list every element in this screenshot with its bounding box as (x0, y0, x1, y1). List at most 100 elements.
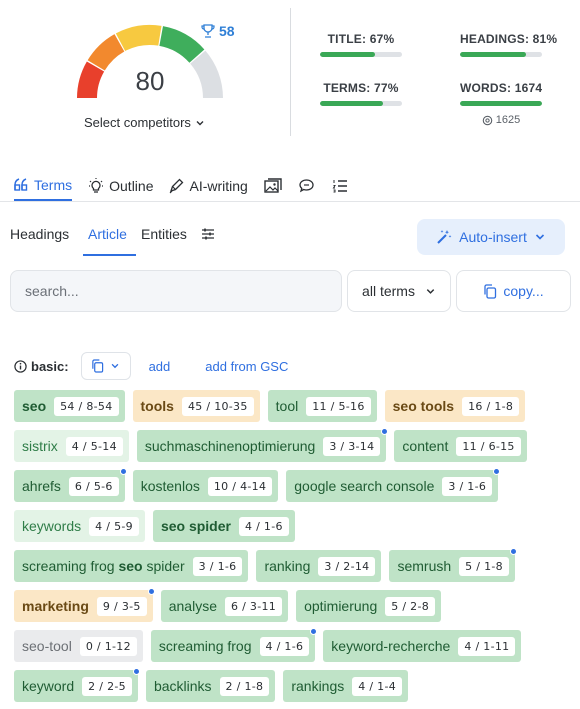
term-chip[interactable]: tool 11 / 5-16 (267, 390, 377, 422)
terms-filter-select[interactable]: all terms (347, 270, 451, 312)
term-chip[interactable]: ahrefs 6 / 5-6 (14, 468, 127, 502)
term-chip[interactable]: suchmaschinenoptimierung 3 / 3-14 (136, 428, 389, 462)
term-range: 2-14 (343, 559, 370, 573)
term-count-badge: 4 / 5-9 (89, 516, 139, 536)
term-chip[interactable]: kostenlos 10 / 4-14 (132, 470, 279, 502)
term-count-badge: 3 / 1-6 (442, 476, 493, 496)
competitor-score-value: 58 (219, 23, 235, 39)
metric-words-target-value: 1625 (495, 114, 521, 126)
term-chip[interactable]: ranking 3 / 2-14 (256, 550, 382, 582)
term-chip[interactable]: seo 54 / 8-54 (14, 390, 125, 422)
auto-insert-button[interactable]: Auto-insert (417, 219, 565, 255)
term-count: 16 (468, 399, 483, 413)
term-chip[interactable]: keywords 4 / 5-9 (14, 510, 145, 542)
tab-images[interactable] (264, 160, 282, 201)
metric-words-bar (460, 101, 542, 106)
pen-icon (170, 178, 184, 193)
term-label: screaming frog seo spider (22, 558, 185, 574)
chevron-down-icon (196, 120, 204, 125)
term-range: 1-8 (494, 399, 514, 413)
term-chip[interactable]: keyword 2 / 2-5 (14, 668, 140, 702)
term-range: 5-14 (90, 439, 117, 453)
term-chip[interactable]: seo tools 16 / 1-8 (384, 390, 526, 422)
term-chip[interactable]: analyse 6 / 3-11 (160, 590, 289, 622)
metric-terms: TERMS: 77% (320, 81, 402, 106)
term-count: 5 (391, 599, 399, 613)
term-word: screaming (22, 558, 91, 574)
copy-button[interactable]: copy... (456, 270, 571, 312)
search-input[interactable] (25, 283, 327, 299)
term-count-badge: 5 / 1-8 (459, 556, 509, 576)
term-chip[interactable]: keyword-recherche 4 / 1-11 (323, 630, 522, 662)
term-range: 1-6 (284, 639, 304, 653)
term-chip[interactable]: screaming frog 4 / 1-6 (150, 628, 318, 662)
new-indicator-dot (310, 628, 318, 635)
term-range: 6-15 (488, 439, 515, 453)
tab-outline[interactable]: Outline (88, 160, 153, 201)
tab-entities[interactable]: Entities (141, 214, 187, 256)
term-range: 3-14 (348, 439, 375, 453)
tab-article[interactable]: Article (83, 214, 136, 256)
select-competitors-label: Select competitors (84, 115, 191, 130)
term-separator: / (455, 479, 468, 493)
term-count: 4 (358, 679, 366, 693)
term-word: seo (118, 558, 147, 574)
chat-icon (299, 178, 314, 192)
term-range: 5-9 (114, 519, 133, 533)
add-from-gsc-link[interactable]: add from GSC (205, 359, 288, 374)
basic-copy-dropdown[interactable] (80, 352, 131, 380)
term-chip[interactable]: tools 45 / 10-35 (132, 390, 260, 422)
tab-chat[interactable] (298, 160, 316, 201)
term-row: seo 54 / 8-54 tools 45 / 10-35 tool 11 / 5-16… (14, 390, 574, 422)
term-range: 2-5 (107, 679, 126, 693)
term-chip[interactable]: semrush 5 / 1-8 (389, 548, 517, 582)
term-chip[interactable]: optimierung 5 / 2-8 (296, 590, 442, 622)
term-chip[interactable]: content 11 / 6-15 (394, 430, 527, 462)
term-count: 11 (312, 399, 327, 413)
term-separator: / (238, 599, 250, 613)
tab-list[interactable] (332, 160, 348, 201)
term-row: keyword 2 / 2-5 backlinks 2 / 1-8 rankings 4 … (14, 668, 574, 702)
term-label: seo-tool (22, 638, 72, 654)
metric-headings-fill (460, 52, 527, 57)
term-chip[interactable]: google search console 3 / 1-6 (286, 468, 501, 502)
term-chip[interactable]: seo-tool 0 / 1-12 (14, 630, 143, 662)
tab-ai-writing[interactable]: AI-writing (168, 160, 248, 201)
term-label: screaming frog (158, 638, 252, 654)
term-count-badge: 3 / 2-14 (318, 556, 376, 576)
add-term-link[interactable]: add (149, 359, 171, 374)
metric-headings-label: HEADINGS: 81% (460, 32, 558, 46)
term-count-badge: 4 / 1-6 (238, 516, 289, 536)
term-label: suchmaschinenoptimierung (144, 438, 316, 454)
term-count-badge: 5 / 2-8 (385, 596, 436, 616)
term-word: spider (146, 558, 185, 574)
term-separator: / (272, 639, 285, 653)
term-chip[interactable]: marketing 9 / 3-5 (14, 588, 155, 622)
chevron-down-icon (111, 363, 119, 369)
new-indicator-dot (509, 548, 517, 555)
basic-group-header: basic: add add from GSC (14, 352, 288, 380)
term-range: 3-5 (121, 599, 141, 613)
term-count-badge: 4 / 5-14 (65, 436, 123, 456)
term-label: tools (140, 398, 174, 414)
select-competitors-button[interactable]: Select competitors (84, 115, 205, 130)
metric-terms-fill (320, 101, 384, 106)
filter-settings-button[interactable] (201, 214, 215, 256)
tab-terms[interactable]: Terms (14, 160, 73, 201)
term-count-badge: 2 / 2-5 (82, 676, 132, 696)
new-indicator-dot (493, 468, 501, 475)
term-chip[interactable]: sistrix 4 / 5-14 (14, 430, 129, 462)
term-chip[interactable]: seo spider 4 / 1-6 (152, 510, 295, 542)
term-count-badge: 6 / 3-11 (224, 596, 283, 616)
term-count: 3 (329, 439, 337, 453)
term-row: screaming frog seo spider 3 / 1-6 ranking 3… (14, 548, 574, 582)
term-chip[interactable]: screaming frog seo spider 3 / 1-6 (14, 550, 249, 582)
term-label: sistrix (22, 438, 58, 454)
term-label: content (402, 438, 449, 454)
search-field[interactable] (10, 270, 342, 312)
metric-words: WORDS: 1674 1625 (460, 81, 542, 126)
term-chip[interactable]: rankings 4 / 1-4 (283, 670, 409, 702)
term-chip[interactable]: backlinks 2 / 1-8 (145, 670, 276, 702)
term-count: 45 (187, 399, 203, 413)
tab-headings[interactable]: Headings (10, 214, 73, 256)
